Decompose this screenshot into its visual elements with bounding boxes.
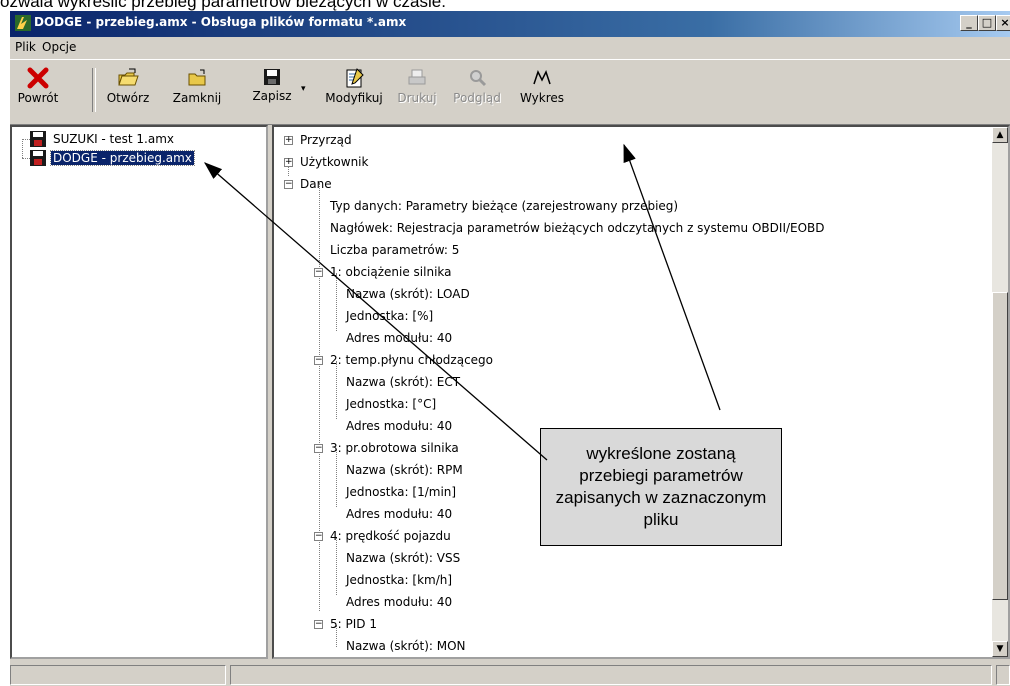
arrow-to-selected-file bbox=[204, 162, 548, 461]
arrow-to-chart-button bbox=[623, 143, 721, 411]
annotation-arrows bbox=[204, 143, 721, 461]
